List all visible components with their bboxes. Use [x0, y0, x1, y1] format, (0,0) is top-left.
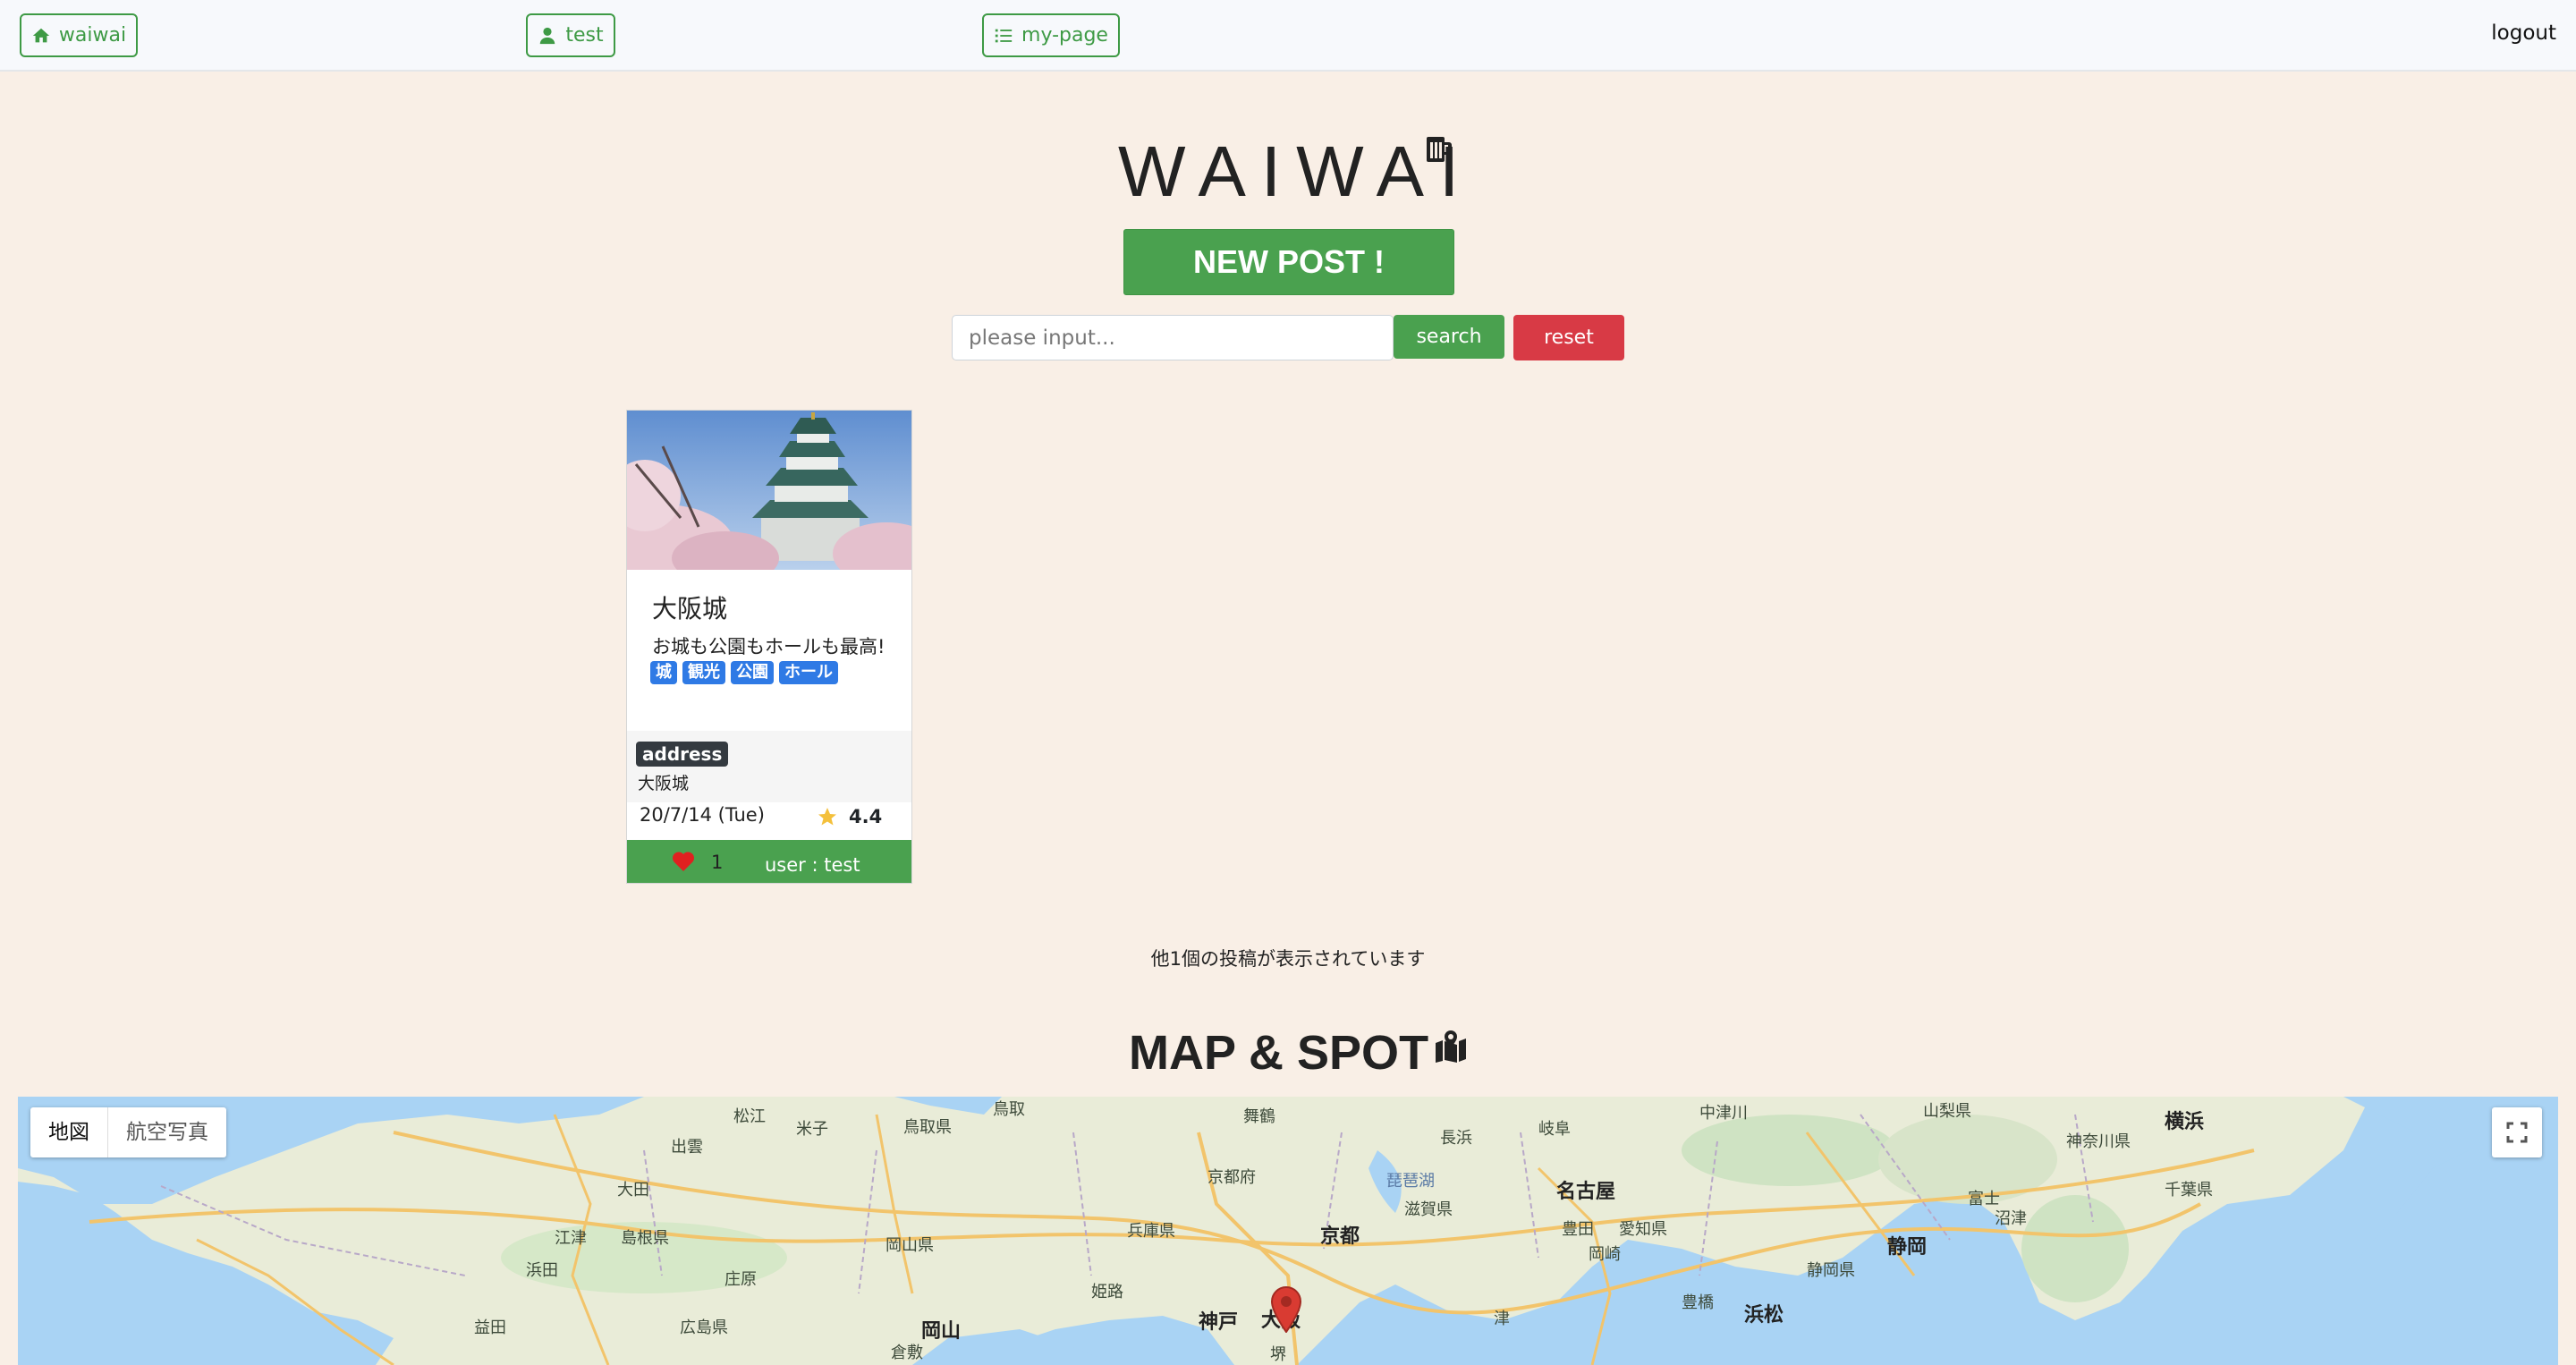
- map-label: 岡崎: [1589, 1245, 1621, 1264]
- map-label: 沼津: [1995, 1209, 2027, 1228]
- map-marker-icon: [1436, 1030, 1467, 1063]
- map-label: 庄原: [724, 1270, 757, 1289]
- map-label: 静岡県: [1807, 1261, 1855, 1280]
- heart-icon[interactable]: [672, 851, 695, 872]
- post-image[interactable]: [627, 411, 911, 570]
- map-label: 琵琶湖: [1386, 1172, 1435, 1191]
- logo-text: WAIWAI: [1118, 131, 1475, 211]
- map-label: 神奈川県: [2066, 1132, 2131, 1151]
- home-button-label: waiwai: [58, 24, 127, 47]
- map-label: 京都府: [1208, 1168, 1256, 1187]
- map-label: 豊橋: [1682, 1293, 1714, 1312]
- map-label: 静岡: [1887, 1236, 1928, 1259]
- map-label: 名古屋: [1556, 1181, 1616, 1203]
- map-label: 鳥取: [993, 1100, 1025, 1119]
- post-description: お城も公園もホールも最高!: [652, 636, 886, 657]
- post-footer: 1 user : test: [627, 840, 911, 883]
- rating: 4.4: [817, 806, 882, 827]
- address-badge: address: [636, 742, 729, 767]
- map-label: 豊田: [1562, 1220, 1594, 1239]
- like-count: 1: [711, 852, 724, 873]
- post-count-text: 他1個の投稿が表示されています: [1150, 948, 1426, 970]
- map-label: 広島県: [680, 1318, 728, 1337]
- address-text: 大阪城: [638, 774, 690, 793]
- map-label: 京都: [1320, 1225, 1360, 1248]
- tag-badge[interactable]: 観光: [682, 661, 725, 684]
- map-label: 岡山: [921, 1320, 962, 1343]
- user-icon: [540, 27, 555, 44]
- map-type-satellite-button[interactable]: 航空写真: [108, 1107, 226, 1157]
- map-label: 益田: [474, 1318, 506, 1337]
- map-label: 神戸: [1199, 1311, 1239, 1334]
- map-label: 姫路: [1091, 1283, 1123, 1301]
- map-label: 鳥取県: [903, 1118, 952, 1137]
- map-type-map-button[interactable]: 地図: [30, 1107, 108, 1157]
- post-date: 20/7/14 (Tue): [640, 804, 765, 826]
- mypage-button-label: my-page: [1021, 24, 1108, 47]
- map-label: 岡山県: [886, 1236, 934, 1255]
- site-logo: WAIWAI: [1118, 127, 1474, 208]
- map-label: 千葉県: [2165, 1181, 2213, 1200]
- map-title-text: MAP & SPOT: [1129, 1026, 1429, 1080]
- user-button[interactable]: test: [526, 13, 615, 57]
- new-post-button[interactable]: NEW POST !: [1123, 229, 1454, 295]
- map-label: 愛知県: [1619, 1220, 1667, 1239]
- list-icon: [995, 29, 1013, 42]
- map-label: 倉敷: [891, 1344, 923, 1362]
- map-label: 山梨県: [1923, 1102, 1971, 1121]
- map-label: 浜松: [1744, 1304, 1784, 1327]
- map-label: 大田: [617, 1181, 649, 1200]
- map-pin-icon[interactable]: [1270, 1286, 1302, 1333]
- tag-badge[interactable]: 城: [650, 661, 677, 684]
- map-type-control: 地図 航空写真: [30, 1107, 226, 1157]
- map-label: 江津: [555, 1229, 587, 1248]
- navbar: waiwai test my-page logout: [0, 0, 2576, 72]
- map-label: 岐阜: [1538, 1120, 1571, 1139]
- map-view[interactable]: 地図 航空写真 松江 米子 鳥取 鳥取県 舞鶴 長浜 岐阜 中津川 山梨県 神奈…: [18, 1097, 2558, 1365]
- mypage-button[interactable]: my-page: [982, 13, 1120, 57]
- map-label: 津: [1494, 1310, 1510, 1328]
- map-label: 横浜: [2165, 1111, 2205, 1133]
- rating-value: 4.4: [849, 806, 883, 827]
- map-label: 兵庫県: [1127, 1222, 1175, 1241]
- reset-button[interactable]: reset: [1513, 315, 1624, 360]
- post-title: 大阪城: [652, 594, 728, 623]
- post-card[interactable]: 大阪城 お城も公園もホールも最高! 城 観光 公園 ホール address 大阪…: [626, 410, 912, 884]
- logout-link[interactable]: logout: [2491, 21, 2556, 45]
- map-label: 島根県: [621, 1229, 669, 1248]
- home-icon: [32, 28, 50, 42]
- map-label: 長浜: [1440, 1129, 1472, 1148]
- map-label: 舞鶴: [1243, 1107, 1275, 1126]
- user-button-label: test: [565, 24, 604, 47]
- fullscreen-button[interactable]: [2492, 1107, 2542, 1157]
- fullscreen-icon: [2506, 1122, 2528, 1143]
- map-section-title: MAP & SPOT: [1129, 1025, 1468, 1081]
- home-button[interactable]: waiwai: [20, 13, 138, 57]
- map-label: 出雲: [671, 1138, 703, 1157]
- search-button[interactable]: search: [1394, 315, 1504, 359]
- beer-mug-icon: [1427, 137, 1452, 162]
- map-label: 滋賀県: [1404, 1200, 1453, 1219]
- map-label: 浜田: [526, 1261, 558, 1280]
- map-label: 松江: [733, 1107, 766, 1126]
- search-input[interactable]: [952, 315, 1394, 360]
- tag-list: 城 観光 公園 ホール: [650, 661, 838, 684]
- map-label: 中津川: [1699, 1104, 1748, 1123]
- map-label: 米子: [796, 1120, 828, 1139]
- map-label: 堺: [1270, 1345, 1286, 1364]
- tag-badge[interactable]: 公園: [731, 661, 774, 684]
- star-icon: [818, 808, 836, 826]
- tag-badge[interactable]: ホール: [779, 661, 838, 684]
- post-user: user : test: [765, 854, 860, 876]
